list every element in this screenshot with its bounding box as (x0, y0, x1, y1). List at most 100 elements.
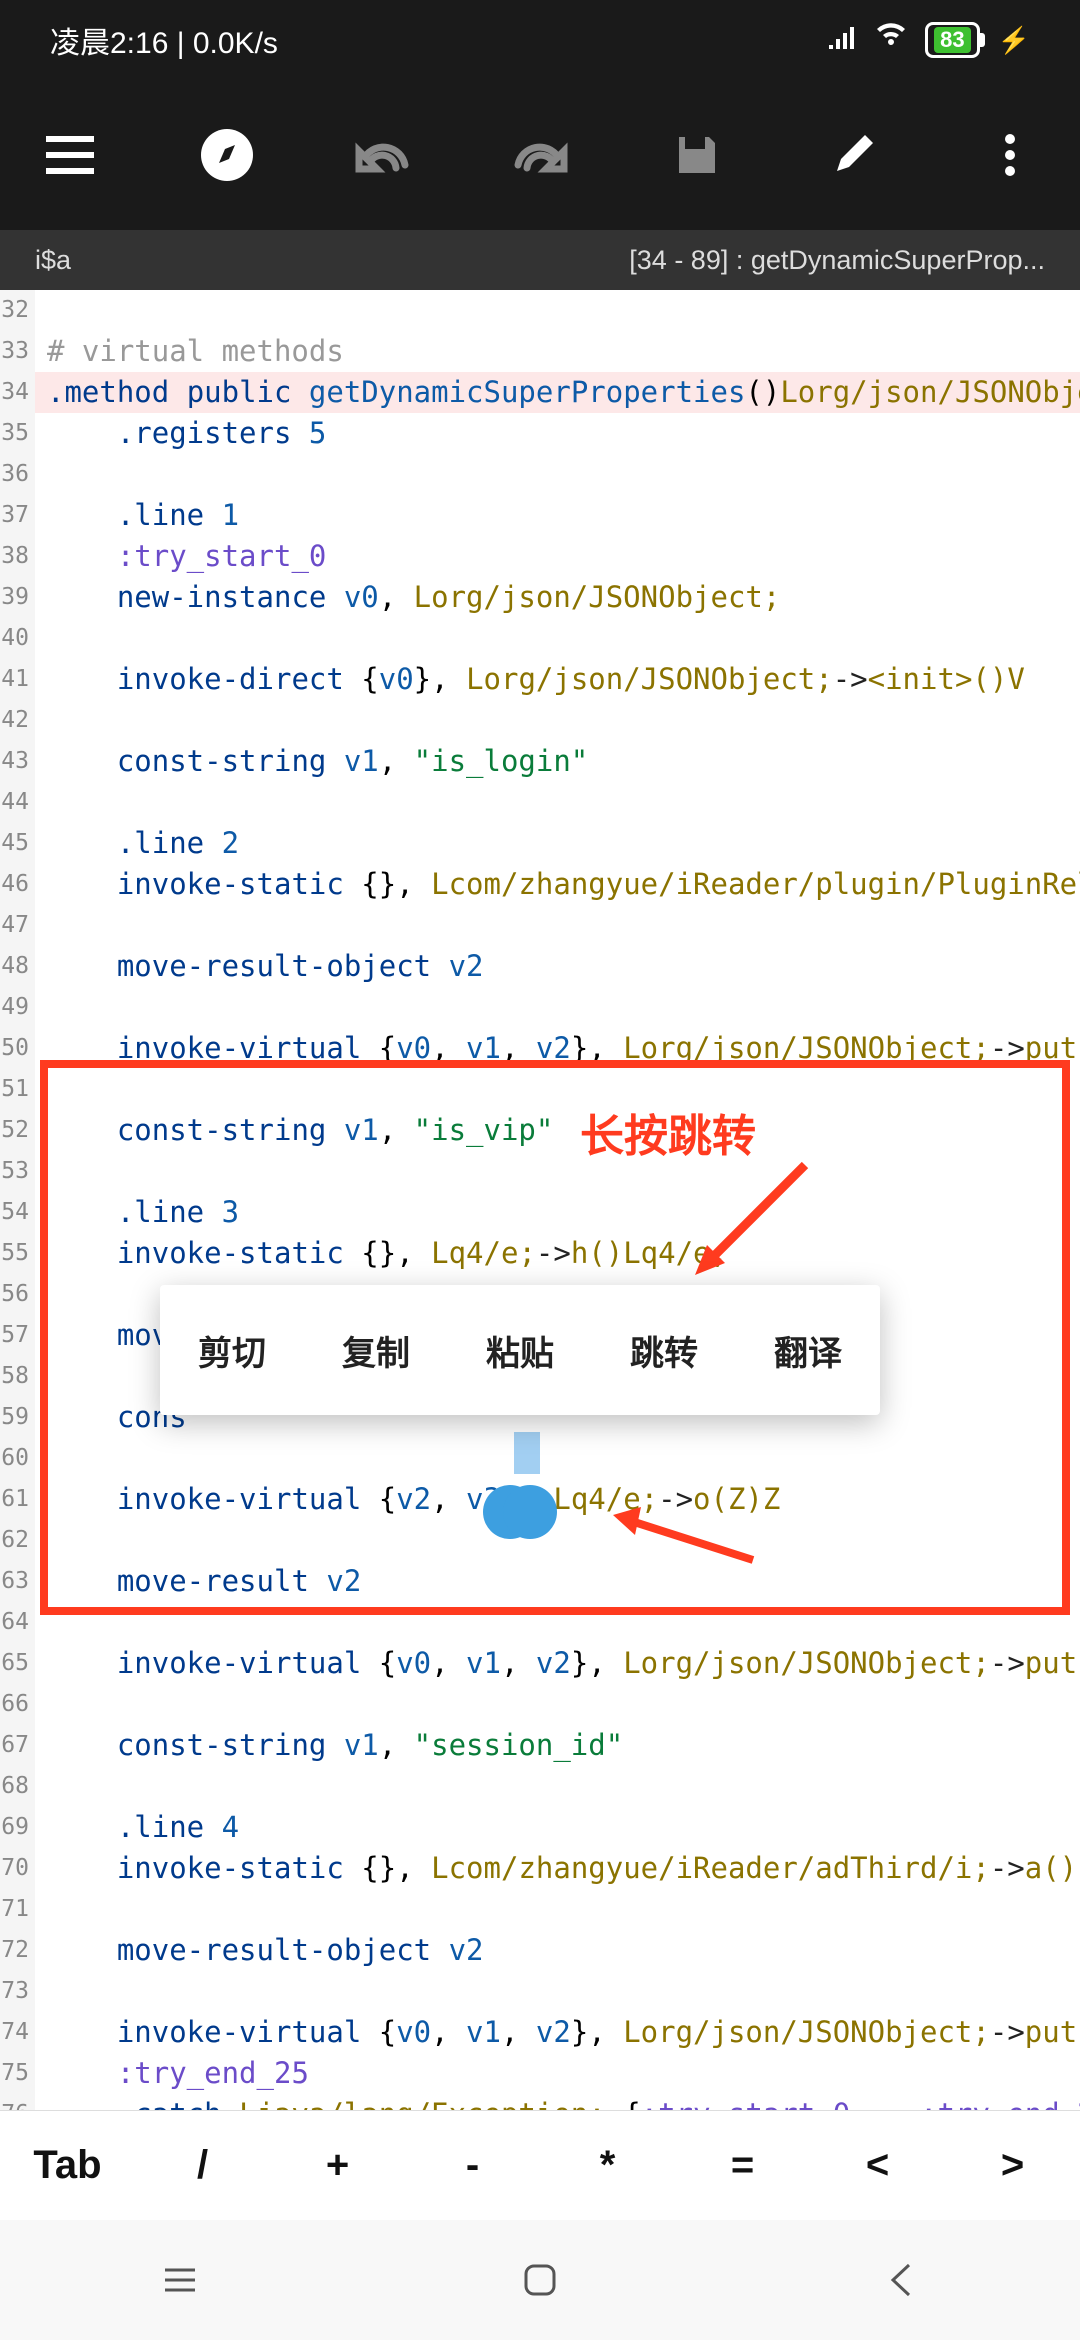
code-line[interactable]: 39 new-instance v0, Lorg/json/JSONObject… (0, 577, 1080, 618)
compass-icon[interactable] (197, 125, 257, 185)
code-content[interactable]: move-result v2 (35, 1561, 1080, 1602)
code-line[interactable]: 40 (0, 618, 1080, 659)
code-line[interactable]: 47 (0, 905, 1080, 946)
code-content[interactable] (35, 618, 1080, 659)
code-line[interactable]: 74 invoke-virtual {v0, v1, v2}, Lorg/jso… (0, 2012, 1080, 2053)
code-content[interactable]: invoke-direct {v0}, Lorg/json/JSONObject… (35, 659, 1080, 700)
menu-translate[interactable]: 翻译 (756, 1326, 860, 1375)
code-line[interactable]: 38 :try_start_0 (0, 536, 1080, 577)
code-line[interactable]: 37 .line 1 (0, 495, 1080, 536)
key-slash[interactable]: / (135, 2143, 270, 2188)
code-content[interactable]: const-string v1, "is_vip" (35, 1110, 1080, 1151)
code-content[interactable]: .line 4 (35, 1807, 1080, 1848)
code-content[interactable]: invoke-static {}, Lcom/zhangyue/iReader/… (35, 1848, 1080, 1889)
menu-cut[interactable]: 剪切 (180, 1326, 284, 1375)
nav-recent-icon[interactable] (155, 2255, 205, 2305)
code-line[interactable]: 60 (0, 1438, 1080, 1479)
key-star[interactable]: * (540, 2143, 675, 2188)
code-line[interactable]: 33# virtual methods (0, 331, 1080, 372)
redo-icon[interactable] (510, 125, 570, 185)
key-plus[interactable]: + (270, 2143, 405, 2188)
code-line[interactable]: 49 (0, 987, 1080, 1028)
code-line[interactable]: 70 invoke-static {}, Lcom/zhangyue/iRead… (0, 1848, 1080, 1889)
code-content[interactable] (35, 987, 1080, 1028)
code-content[interactable]: invoke-virtual {v0, v1, v2}, Lorg/json/J… (35, 2012, 1080, 2053)
code-content[interactable]: invoke-static {}, Lcom/zhangyue/iReader/… (35, 864, 1080, 905)
code-content[interactable]: new-instance v0, Lorg/json/JSONObject; (35, 577, 1080, 618)
code-content[interactable] (35, 1889, 1080, 1930)
code-line[interactable]: 61 invoke-virtual {v2, v3}, Lq4/e;->o(Z)… (0, 1479, 1080, 1520)
code-line[interactable]: 69 .line 4 (0, 1807, 1080, 1848)
code-line[interactable]: 48 move-result-object v2 (0, 946, 1080, 987)
code-line[interactable]: 54 .line 3 (0, 1192, 1080, 1233)
code-line[interactable]: 72 move-result-object v2 (0, 1930, 1080, 1971)
code-line[interactable]: 76 .catch Ljava/lang/Exception; {:try_st… (0, 2094, 1080, 2110)
save-icon[interactable] (667, 125, 727, 185)
code-content[interactable]: .line 1 (35, 495, 1080, 536)
menu-paste[interactable]: 粘贴 (468, 1326, 572, 1375)
code-line[interactable]: 65 invoke-virtual {v0, v1, v2}, Lorg/jso… (0, 1643, 1080, 1684)
menu-icon[interactable] (40, 125, 100, 185)
code-content[interactable]: .line 2 (35, 823, 1080, 864)
code-line[interactable]: 34.method public getDynamicSuperProperti… (0, 372, 1080, 413)
key-gt[interactable]: > (945, 2143, 1080, 2188)
code-editor[interactable]: 3233# virtual methods34.method public ge… (0, 290, 1080, 2110)
code-line[interactable]: 71 (0, 1889, 1080, 1930)
code-content[interactable]: invoke-virtual {v0, v1, v2}, Lorg/json/J… (35, 1028, 1080, 1069)
code-content[interactable] (35, 1971, 1080, 2012)
code-content[interactable] (35, 1602, 1080, 1643)
code-line[interactable]: 32 (0, 290, 1080, 331)
code-line[interactable]: 45 .line 2 (0, 823, 1080, 864)
code-line[interactable]: 67 const-string v1, "session_id" (0, 1725, 1080, 1766)
code-content[interactable]: const-string v1, "session_id" (35, 1725, 1080, 1766)
key-minus[interactable]: - (405, 2143, 540, 2188)
code-content[interactable]: .line 3 (35, 1192, 1080, 1233)
more-icon[interactable] (980, 125, 1040, 185)
code-content[interactable]: invoke-virtual {v2, v3}, Lq4/e;->o(Z)Z (35, 1479, 1080, 1520)
code-line[interactable]: 44 (0, 782, 1080, 823)
menu-jump[interactable]: 跳转 (612, 1326, 716, 1375)
code-content[interactable]: :try_end_25 (35, 2053, 1080, 2094)
key-equals[interactable]: = (675, 2143, 810, 2188)
code-content[interactable]: move-result-object v2 (35, 946, 1080, 987)
code-content[interactable]: .registers 5 (35, 413, 1080, 454)
code-content[interactable]: move-result-object v2 (35, 1930, 1080, 1971)
code-line[interactable]: 75 :try_end_25 (0, 2053, 1080, 2094)
code-content[interactable]: # virtual methods (35, 331, 1080, 372)
menu-copy[interactable]: 复制 (324, 1326, 428, 1375)
nav-back-icon[interactable] (875, 2255, 925, 2305)
code-content[interactable] (35, 454, 1080, 495)
code-content[interactable] (35, 290, 1080, 331)
code-content[interactable] (35, 1766, 1080, 1807)
code-content[interactable] (35, 1438, 1080, 1479)
code-content[interactable] (35, 1069, 1080, 1110)
code-line[interactable]: 50 invoke-virtual {v0, v1, v2}, Lorg/jso… (0, 1028, 1080, 1069)
code-content[interactable] (35, 1151, 1080, 1192)
code-content[interactable] (35, 1684, 1080, 1725)
code-line[interactable]: 52 const-string v1, "is_vip" (0, 1110, 1080, 1151)
code-line[interactable]: 64 (0, 1602, 1080, 1643)
code-content[interactable]: const-string v1, "is_login" (35, 741, 1080, 782)
code-line[interactable]: 51 (0, 1069, 1080, 1110)
code-content[interactable]: invoke-virtual {v0, v1, v2}, Lorg/json/J… (35, 1643, 1080, 1684)
code-line[interactable]: 36 (0, 454, 1080, 495)
code-line[interactable]: 66 (0, 1684, 1080, 1725)
code-line[interactable]: 43 const-string v1, "is_login" (0, 741, 1080, 782)
code-content[interactable]: .method public getDynamicSuperProperties… (35, 372, 1080, 413)
undo-icon[interactable] (353, 125, 413, 185)
code-content[interactable]: :try_start_0 (35, 536, 1080, 577)
nav-home-icon[interactable] (515, 2255, 565, 2305)
code-line[interactable]: 46 invoke-static {}, Lcom/zhangyue/iRead… (0, 864, 1080, 905)
code-line[interactable]: 35 .registers 5 (0, 413, 1080, 454)
key-tab[interactable]: Tab (0, 2143, 135, 2188)
code-content[interactable] (35, 782, 1080, 823)
code-content[interactable] (35, 905, 1080, 946)
code-line[interactable]: 73 (0, 1971, 1080, 2012)
code-content[interactable]: invoke-static {}, Lq4/e;->h()Lq4/e; (35, 1233, 1080, 1274)
code-content[interactable] (35, 700, 1080, 741)
code-line[interactable]: 42 (0, 700, 1080, 741)
code-line[interactable]: 63 move-result v2 (0, 1561, 1080, 1602)
key-lt[interactable]: < (810, 2143, 945, 2188)
code-line[interactable]: 53 (0, 1151, 1080, 1192)
code-line[interactable]: 55 invoke-static {}, Lq4/e;->h()Lq4/e; (0, 1233, 1080, 1274)
